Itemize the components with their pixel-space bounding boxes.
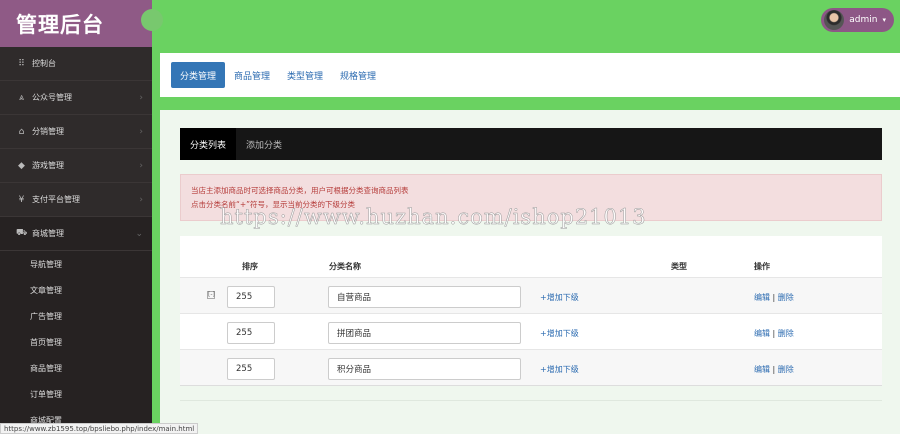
table-bottom-border xyxy=(180,385,882,386)
chevron-down-icon: ▾ xyxy=(882,16,886,24)
delete-link[interactable]: 删除 xyxy=(778,329,794,338)
brand-title: 管理后台 xyxy=(0,0,152,47)
tab-add-category[interactable]: 添加分类 xyxy=(236,128,292,160)
column-header-ops: 操作 xyxy=(754,262,770,271)
column-header-sort: 排序 xyxy=(242,262,258,271)
delete-link[interactable]: 删除 xyxy=(778,293,794,302)
row-actions: 编辑 | 删除 xyxy=(754,328,794,339)
chevron-right-icon: › xyxy=(139,194,143,205)
tags-icon: ◆ xyxy=(18,160,25,171)
tab-category-management[interactable]: 分类管理 xyxy=(171,62,226,88)
sort-input[interactable] xyxy=(227,322,275,344)
sidebar-item-games[interactable]: ◆ 游戏管理 › xyxy=(0,149,152,183)
column-header-type: 类型 xyxy=(671,262,687,271)
submenu-item-products[interactable]: 商品管理 xyxy=(0,355,152,381)
collapse-toggle-icon[interactable]: [-] xyxy=(207,291,215,299)
mall-submenu: 导航管理 文章管理 广告管理 首页管理 商品管理 订单管理 商城配置 xyxy=(0,251,152,433)
sidebar-item-label: 支付平台管理 xyxy=(32,195,80,204)
avatar xyxy=(824,10,845,30)
submenu-item-orders[interactable]: 订单管理 xyxy=(0,381,152,407)
table-row: +增加下级 编辑 | 删除 xyxy=(180,313,882,349)
separator: | xyxy=(772,329,776,338)
yen-icon: ¥ xyxy=(18,194,25,205)
sidebar: ⠿ 控制台 ⩓ 公众号管理 › ⌂ 分销管理 › ◆ 游戏管理 › ¥ 支付平台… xyxy=(0,47,152,434)
sidebar-item-distribution[interactable]: ⌂ 分销管理 › xyxy=(0,115,152,149)
divider xyxy=(180,400,882,401)
add-child-link[interactable]: +增加下级 xyxy=(540,364,579,375)
sidebar-item-official-account[interactable]: ⩓ 公众号管理 › xyxy=(0,81,152,115)
submenu-item-home[interactable]: 首页管理 xyxy=(0,329,152,355)
user-menu[interactable]: admin ▾ xyxy=(821,8,894,32)
add-child-link[interactable]: +增加下级 xyxy=(540,292,579,303)
alert-line: 当店主添加商品时可选择商品分类，用户可根据分类查询商品列表 xyxy=(191,186,409,195)
add-child-link[interactable]: +增加下级 xyxy=(540,328,579,339)
sidebar-item-label: 游戏管理 xyxy=(32,161,64,170)
road-icon: ⩓ xyxy=(18,92,25,103)
sidebar-item-payment[interactable]: ¥ 支付平台管理 › xyxy=(0,183,152,217)
tab-product-management[interactable]: 商品管理 xyxy=(226,62,278,88)
table-row: [-] +增加下级 编辑 | 删除 xyxy=(180,277,882,313)
watermark-text: https://www.huzhan.com/ishop21013 xyxy=(220,205,647,230)
table-row: +增加下级 编辑 | 删除 xyxy=(180,349,882,385)
table-header: 排序 分类名称 类型 操作 xyxy=(180,256,882,276)
category-name-input[interactable] xyxy=(328,322,521,344)
submenu-item-ads[interactable]: 广告管理 xyxy=(0,303,152,329)
sub-tabs: 分类列表 添加分类 xyxy=(180,128,882,160)
separator: | xyxy=(772,365,776,374)
chevron-right-icon: › xyxy=(139,92,143,103)
delete-link[interactable]: 删除 xyxy=(778,365,794,374)
sort-input[interactable] xyxy=(227,286,275,308)
tab-spec-management[interactable]: 规格管理 xyxy=(332,62,384,88)
category-name-input[interactable] xyxy=(328,358,521,380)
sidebar-item-label: 分销管理 xyxy=(32,127,64,136)
user-name: admin xyxy=(849,15,878,25)
top-bar: admin ▾ xyxy=(152,0,900,47)
tab-type-management[interactable]: 类型管理 xyxy=(279,62,331,88)
submenu-item-nav[interactable]: 导航管理 xyxy=(0,251,152,277)
column-header-name: 分类名称 xyxy=(329,262,361,271)
cart-icon: ⛟ xyxy=(16,228,28,238)
content-panel: 分类列表 添加分类 当店主添加商品时可选择商品分类，用户可根据分类查询商品列表 … xyxy=(160,110,900,434)
category-table: 排序 分类名称 类型 操作 [-] +增加下级 编辑 | 删除 +增加下级 编辑… xyxy=(180,236,882,386)
grid-icon: ⠿ xyxy=(18,58,25,69)
sidebar-item-label: 公众号管理 xyxy=(32,93,72,102)
row-actions: 编辑 | 删除 xyxy=(754,292,794,303)
sidebar-item-label: 控制台 xyxy=(32,59,56,68)
sort-input[interactable] xyxy=(227,358,275,380)
sidebar-item-label: 商城管理 xyxy=(32,229,64,238)
category-name-input[interactable] xyxy=(328,286,521,308)
separator: | xyxy=(772,293,776,302)
edit-link[interactable]: 编辑 xyxy=(754,329,770,338)
tab-category-list[interactable]: 分类列表 xyxy=(180,128,237,160)
sidebar-toggle-button[interactable] xyxy=(141,9,163,31)
edit-link[interactable]: 编辑 xyxy=(754,293,770,302)
chevron-right-icon: › xyxy=(139,160,143,171)
chevron-down-icon: ⌄ xyxy=(135,228,143,239)
chevron-right-icon: › xyxy=(139,126,143,137)
submenu-item-articles[interactable]: 文章管理 xyxy=(0,277,152,303)
sidebar-item-dashboard[interactable]: ⠿ 控制台 xyxy=(0,47,152,81)
home-icon: ⌂ xyxy=(18,126,25,137)
main-tabs: 分类管理 商品管理 类型管理 规格管理 xyxy=(160,53,900,97)
sidebar-item-mall[interactable]: ⛟ 商城管理 ⌄ xyxy=(0,217,152,251)
edit-link[interactable]: 编辑 xyxy=(754,365,770,374)
browser-status-url: https://www.zb1595.top/bpsliebo.php/inde… xyxy=(0,423,199,434)
row-actions: 编辑 | 删除 xyxy=(754,364,794,375)
